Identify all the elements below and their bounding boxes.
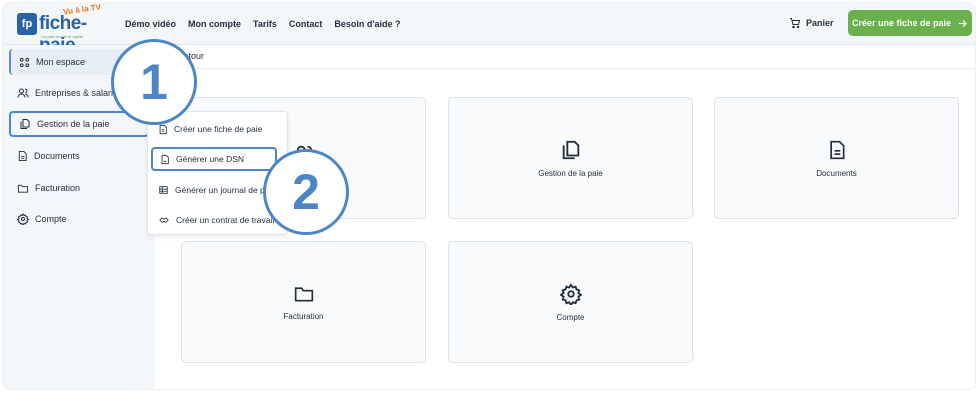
journal-icon: [159, 186, 168, 194]
menu-item-label: Générer une DSN: [176, 154, 245, 164]
card-label: Compte: [556, 312, 585, 322]
step-marker-2: 2: [263, 149, 349, 235]
sidebar-item-label: Gestion de la paie: [37, 119, 110, 129]
nav-contact[interactable]: Contact: [289, 19, 323, 29]
menu-item-generer-dsn[interactable]: Générer une DSN: [151, 147, 277, 171]
sidebar-item-documents[interactable]: Documents: [9, 143, 149, 169]
nav-besoin-aide[interactable]: Besoin d'aide ?: [334, 19, 400, 29]
sidebar-item-facturation[interactable]: Facturation: [9, 175, 149, 201]
files-icon: [20, 119, 30, 129]
files-icon: [562, 140, 579, 159]
document-icon: [829, 140, 844, 159]
logo[interactable]: fp fiche-paie Vu à la TV La paie simple …: [17, 3, 117, 56]
grid-icon: [19, 57, 30, 67]
dsn-file-icon: [161, 154, 169, 164]
card-compte[interactable]: Compte: [448, 241, 693, 363]
sidebar-item-label: Entreprises & salariés: [35, 88, 123, 98]
main-topbar: Retour: [155, 45, 975, 69]
gear-icon: [559, 282, 582, 305]
card-label: Documents: [816, 168, 857, 178]
payslip-icon: [159, 124, 167, 134]
arrow-right-icon: [958, 19, 967, 27]
card-label: Gestion de la paie: [538, 168, 603, 178]
step-marker-1: 1: [111, 39, 197, 125]
sidebar-item-label: Documents: [34, 151, 80, 161]
logo-tagline: La paie simple et rapide: [41, 34, 84, 39]
main-nav: Démo vidéo Mon compte Tarifs Contact Bes…: [125, 3, 401, 45]
handshake-icon: [159, 217, 169, 224]
gear-icon: [17, 213, 29, 225]
users-icon: [17, 88, 29, 98]
nav-demo-video[interactable]: Démo vidéo: [125, 19, 176, 29]
menu-item-contrat-travail[interactable]: Créer un contrat de travail: [151, 208, 285, 232]
menu-item-label: Créer un contrat de travail: [176, 215, 275, 225]
card-label: Facturation: [283, 311, 324, 321]
nav-tarifs[interactable]: Tarifs: [253, 19, 277, 29]
cart-label: Panier: [806, 18, 834, 28]
card-facturation[interactable]: Facturation: [181, 241, 426, 363]
sidebar-item-compte[interactable]: Compte: [9, 206, 149, 232]
sidebar-item-label: Facturation: [35, 183, 81, 193]
app-window: fp fiche-paie Vu à la TV La paie simple …: [2, 2, 976, 390]
sidebar-item-label: Mon espace: [36, 57, 86, 67]
card-gestion-paie[interactable]: Gestion de la paie: [448, 97, 693, 219]
nav-mon-compte[interactable]: Mon compte: [188, 19, 241, 29]
menu-item-label: Générer un journal de paie: [175, 185, 277, 195]
cart-icon: [790, 18, 801, 29]
document-icon: [18, 150, 27, 162]
create-payslip-button[interactable]: Créer une fiche de paie: [848, 10, 972, 36]
folder-icon: [17, 184, 29, 193]
card-documents[interactable]: Documents: [714, 97, 959, 219]
sidebar-item-label: Compte: [35, 214, 67, 224]
cta-label: Créer une fiche de paie: [851, 18, 952, 28]
menu-item-label: Créer une fiche de paie: [174, 124, 263, 134]
logo-badge: fp: [17, 13, 37, 35]
cart-link[interactable]: Panier: [789, 17, 834, 29]
folder-icon: [294, 286, 313, 301]
